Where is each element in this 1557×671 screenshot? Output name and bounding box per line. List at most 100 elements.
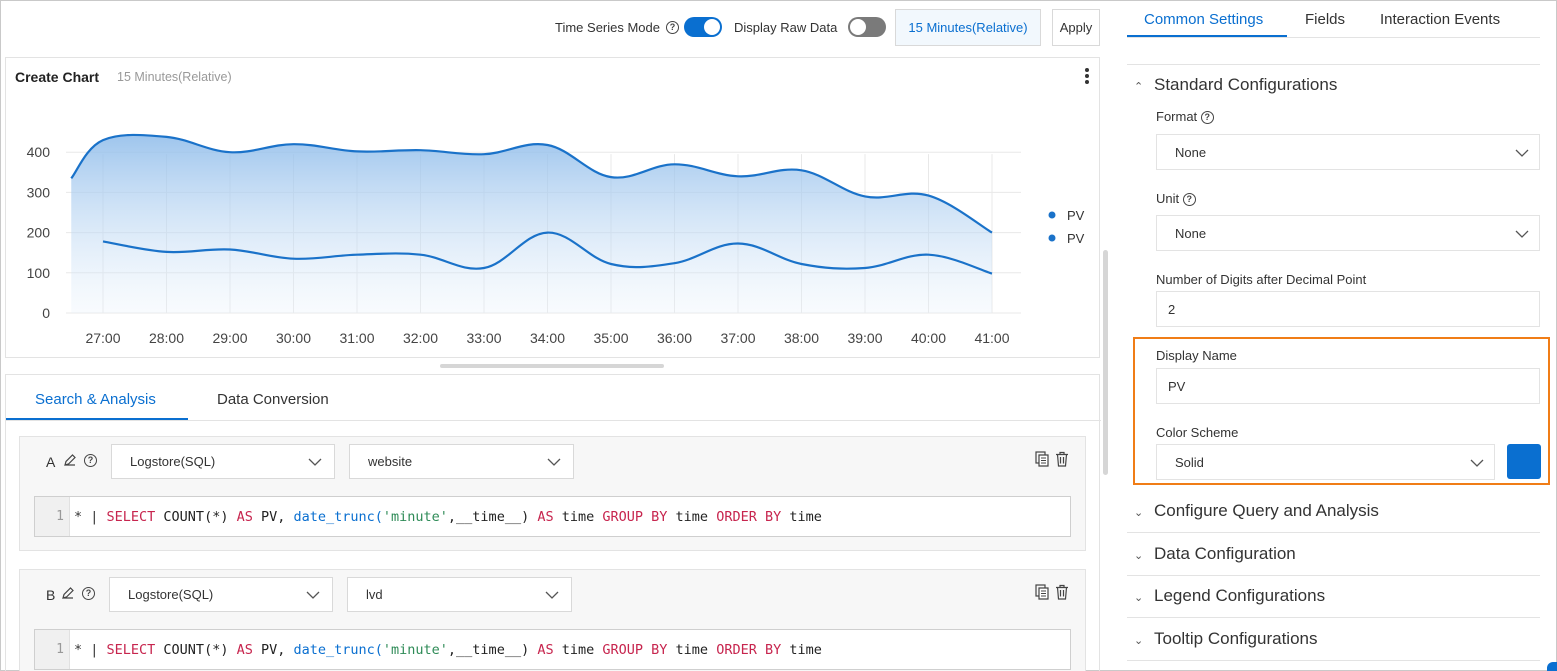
code-token: * | [74, 508, 107, 525]
x-tick-label: 38:00 [784, 330, 819, 346]
time-range-button[interactable]: 15 Minutes(Relative) [895, 9, 1041, 46]
color-picker-swatch[interactable] [1507, 444, 1541, 479]
help-icon[interactable]: ? [82, 587, 95, 600]
y-tick-label: 100 [27, 265, 51, 281]
tab-interaction-events[interactable]: Interaction Events [1380, 11, 1500, 28]
x-tick-label: 27:00 [85, 330, 120, 346]
code-keyword: SELECT [106, 641, 156, 658]
sql-code: * | SELECT COUNT(*) AS PV, date_trunc('m… [70, 509, 822, 525]
section-configure-query[interactable]: ⌄ Configure Query and Analysis [1134, 501, 1379, 521]
time-series-mode-toggle[interactable] [684, 17, 722, 37]
logstore-value: lvd [366, 587, 383, 602]
code-token: time [553, 508, 603, 525]
legend-marker [1048, 234, 1056, 242]
toggle-knob [704, 19, 720, 35]
chevron-down-icon [1470, 459, 1484, 467]
code-token: ,__time__) [447, 641, 538, 658]
pencil-icon[interactable] [63, 453, 77, 467]
chevron-up-icon: ⌃ [1134, 81, 1144, 93]
x-tick-label: 33:00 [466, 330, 501, 346]
code-keyword: AS [537, 641, 554, 658]
code-keyword: AS [236, 508, 253, 525]
x-tick-label: 41:00 [974, 330, 1009, 346]
resize-splitter[interactable] [440, 364, 664, 368]
tab-divider [6, 420, 1101, 421]
copy-icon[interactable] [1035, 451, 1049, 467]
code-string: 'minute' [382, 641, 448, 658]
section-legend-configurations[interactable]: ⌄ Legend Configurations [1134, 586, 1325, 606]
source-type-select[interactable]: Logstore(SQL) [109, 577, 333, 612]
x-tick-label: 36:00 [657, 330, 692, 346]
x-tick-label: 28:00 [149, 330, 184, 346]
decimal-digits-input[interactable]: 2 [1156, 291, 1540, 327]
vertical-scrollbar[interactable] [1103, 250, 1108, 475]
section-data-configuration[interactable]: ⌄ Data Configuration [1134, 544, 1296, 564]
display-name-label: Display Name [1156, 348, 1237, 363]
help-icon[interactable]: ? [84, 454, 97, 467]
display-name-input[interactable]: PV [1156, 368, 1540, 404]
copy-icon[interactable] [1035, 584, 1049, 600]
code-token: COUNT(*) [155, 641, 237, 658]
trash-icon[interactable] [1055, 584, 1069, 600]
query-block-a: A ? Logstore(SQL) website 1 * | SELECT C… [19, 436, 1086, 551]
y-tick-label: 300 [27, 184, 51, 200]
tab-data-conversion[interactable]: Data Conversion [217, 391, 329, 408]
x-tick-label: 35:00 [593, 330, 628, 346]
tab-fields[interactable]: Fields [1305, 11, 1345, 28]
unit-select[interactable]: None [1156, 215, 1540, 251]
tab-common-settings[interactable]: Common Settings [1144, 11, 1263, 28]
legend-label: PV [1067, 231, 1085, 246]
time-series-mode-label: Time Series Mode [555, 20, 660, 35]
display-raw-data-label: Display Raw Data [734, 20, 838, 35]
pencil-icon[interactable] [61, 586, 75, 600]
code-token: time [667, 641, 717, 658]
tab-search-analysis[interactable]: Search & Analysis [35, 391, 156, 408]
query-panel: Search & Analysis Data Conversion A ? Lo… [5, 374, 1101, 671]
source-type-select[interactable]: Logstore(SQL) [111, 444, 335, 479]
help-icon[interactable]: ? [1182, 193, 1196, 207]
color-scheme-select[interactable]: Solid [1156, 444, 1495, 480]
logstore-select[interactable]: lvd [347, 577, 572, 612]
code-keyword: ORDER BY [716, 508, 782, 525]
apply-button[interactable]: Apply [1052, 9, 1100, 46]
code-keyword: AS [537, 508, 554, 525]
code-token: time [667, 508, 717, 525]
chevron-down-icon [547, 458, 561, 466]
help-icon[interactable]: ? [666, 21, 679, 34]
section-title: Configure Query and Analysis [1154, 501, 1379, 520]
display-raw-data-toggle[interactable] [848, 17, 886, 37]
help-icon[interactable]: ? [1200, 111, 1214, 125]
code-keyword: GROUP BY [602, 508, 668, 525]
section-standard-configurations[interactable]: ⌃ Standard Configurations [1134, 75, 1337, 95]
line-number: 1 [35, 630, 70, 669]
trash-icon[interactable] [1055, 451, 1069, 467]
x-tick-label: 29:00 [212, 330, 247, 346]
color-scheme-label: Color Scheme [1156, 425, 1239, 440]
format-select[interactable]: None [1156, 134, 1540, 170]
sql-code: * | SELECT COUNT(*) AS PV, date_trunc('m… [70, 642, 822, 658]
chevron-down-icon [306, 591, 320, 599]
logstore-select[interactable]: website [349, 444, 574, 479]
sql-editor[interactable]: 1 * | SELECT COUNT(*) AS PV, date_trunc(… [34, 496, 1071, 537]
x-tick-label: 40:00 [911, 330, 946, 346]
query-block-b: B ? Logstore(SQL) lvd 1 * | SELECT COUNT… [19, 569, 1086, 671]
y-tick-label: 0 [42, 305, 50, 321]
format-label: Format ? [1156, 109, 1214, 125]
legend-label: PV [1067, 208, 1085, 223]
section-divider [1127, 532, 1540, 533]
unit-value: None [1175, 225, 1207, 241]
section-title: Legend Configurations [1154, 586, 1326, 605]
code-token: ,__time__) [447, 508, 538, 525]
section-tooltip-configurations[interactable]: ⌄ Tooltip Configurations [1134, 629, 1317, 649]
section-divider [1127, 660, 1540, 661]
query-letter: A [46, 454, 56, 470]
code-string: 'minute' [382, 508, 448, 525]
sql-editor[interactable]: 1 * | SELECT COUNT(*) AS PV, date_trunc(… [34, 629, 1071, 670]
x-tick-label: 39:00 [847, 330, 882, 346]
logstore-value: website [368, 454, 413, 469]
code-token: PV, [252, 508, 294, 525]
active-tab-underline [1127, 35, 1287, 37]
toggle-knob [850, 19, 866, 35]
code-function: date_trunc( [293, 641, 383, 658]
x-tick-label: 34:00 [530, 330, 565, 346]
